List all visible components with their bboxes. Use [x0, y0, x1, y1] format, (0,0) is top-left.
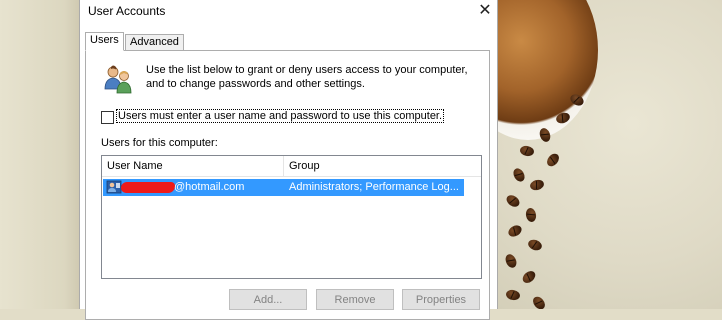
row-user-name: @hotmail.com	[174, 181, 245, 193]
coffee-bean	[530, 294, 548, 309]
coffee-cup-image	[498, 0, 598, 140]
table-row[interactable]: @hotmail.com Administrators; Performance…	[103, 179, 464, 196]
column-header-group[interactable]: Group	[284, 156, 464, 176]
coffee-bean	[544, 151, 562, 169]
window-title: User Accounts	[88, 4, 166, 18]
intro-line-2: and to change passwords and other settin…	[146, 78, 365, 90]
coffee-bean	[505, 288, 521, 302]
column-header-user-name[interactable]: User Name	[102, 156, 284, 176]
desktop-wallpaper-right	[498, 0, 722, 309]
coffee-bean	[503, 252, 519, 270]
users-listview[interactable]: User Name Group @hotmail.com Administrat…	[101, 155, 482, 279]
coffee-bean	[528, 178, 546, 192]
intro-text: Use the list below to grant or deny user…	[146, 63, 476, 91]
add-button[interactable]: Add...	[229, 289, 307, 310]
coffee-bean	[519, 144, 535, 158]
coffee-bean	[520, 268, 538, 286]
remove-button[interactable]: Remove	[316, 289, 394, 310]
users-list-label: Users for this computer:	[101, 137, 218, 149]
coffee-bean	[526, 237, 544, 253]
coffee-bean	[504, 192, 522, 210]
title-bar[interactable]: User Accounts ✕	[80, 0, 497, 24]
tab-advanced[interactable]: Advanced	[125, 34, 184, 51]
user-account-icon	[106, 180, 122, 194]
require-password-checkbox[interactable]	[101, 111, 114, 124]
intro-line-1: Use the list below to grant or deny user…	[146, 64, 468, 76]
coffee-bean	[511, 166, 527, 184]
users-icon	[104, 65, 132, 94]
require-password-label[interactable]: Users must enter a user name and passwor…	[115, 109, 445, 123]
list-header: User Name Group	[102, 156, 481, 177]
user-accounts-dialog: User Accounts ✕ Users Advanced Use the l…	[79, 0, 498, 320]
close-icon[interactable]: ✕	[475, 0, 495, 22]
desktop-wallpaper-left	[0, 0, 80, 309]
redaction-mark	[121, 182, 175, 193]
coffee-bean	[524, 207, 538, 223]
tab-users[interactable]: Users	[85, 32, 124, 51]
coffee-bean	[506, 223, 524, 239]
users-tab-panel: Use the list below to grant or deny user…	[85, 50, 490, 320]
row-group: Administrators; Performance Log...	[289, 181, 459, 193]
properties-button[interactable]: Properties	[402, 289, 480, 310]
